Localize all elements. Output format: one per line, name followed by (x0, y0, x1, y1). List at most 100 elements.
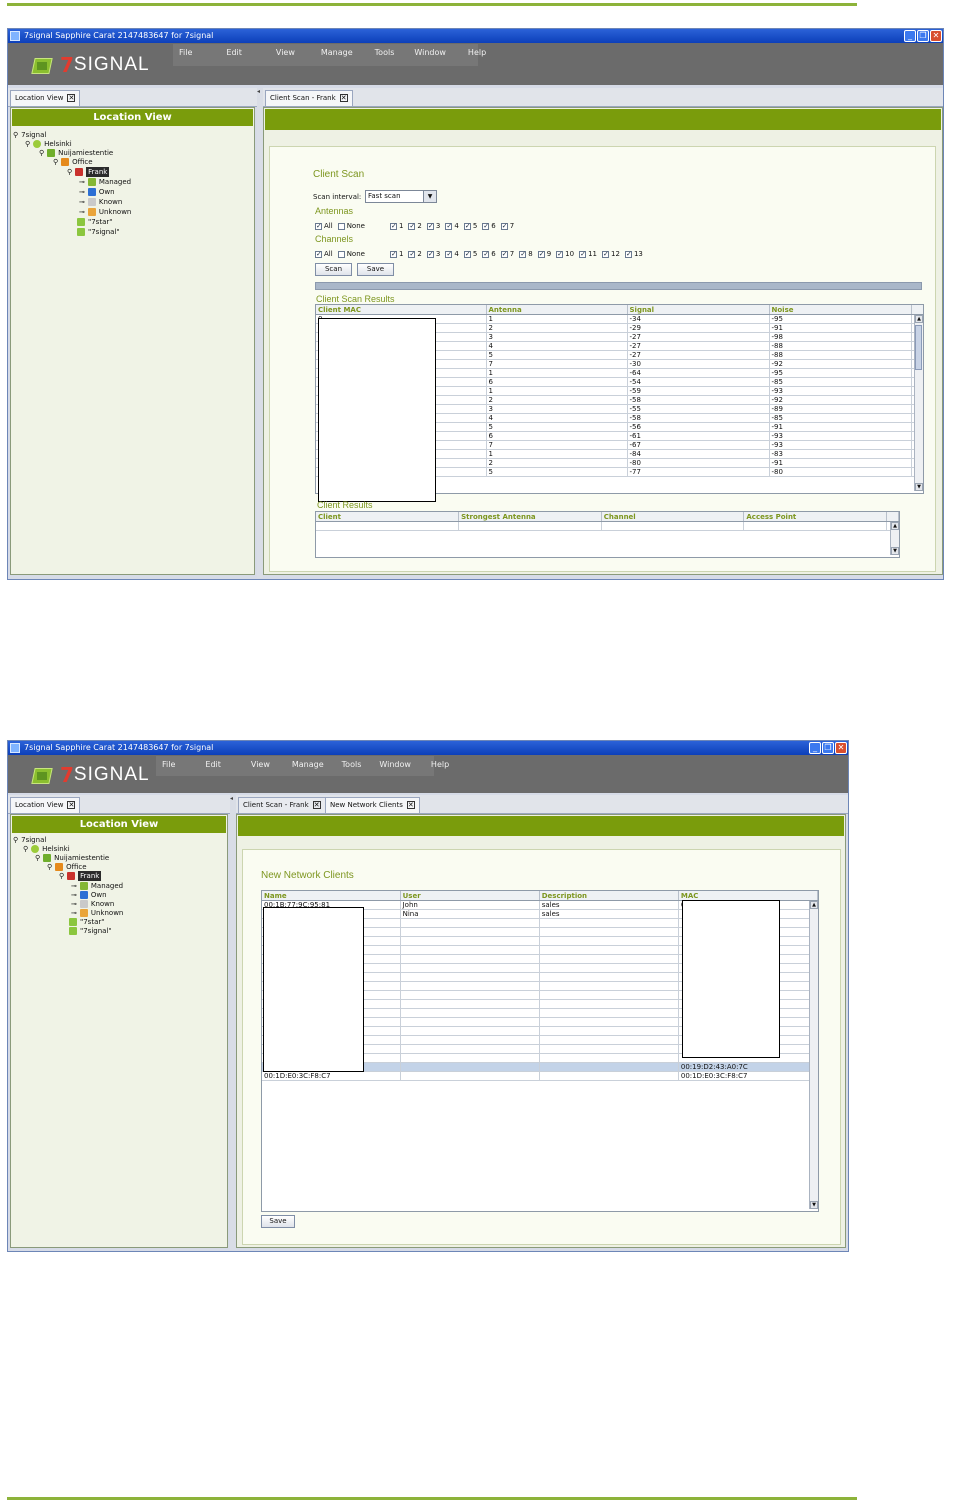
antenna-checkbox[interactable]: ✓ 7 (500, 222, 514, 230)
chevron-down-icon[interactable]: ▼ (423, 191, 436, 202)
channel-checkbox[interactable]: ✓ 5 (463, 250, 477, 258)
channel-checkbox[interactable]: ✓ 9 (537, 250, 551, 258)
scan-interval-select[interactable]: Fast scan ▼ (365, 190, 437, 203)
menu-edit[interactable]: Edit (226, 44, 242, 66)
menu-view[interactable]: View (276, 44, 295, 66)
table-row[interactable]: 00:1D:E0:3C:F8:C7 00:1D:E0:3C:F8:C7 (262, 1071, 818, 1081)
close-tab-icon[interactable]: ✕ (67, 801, 76, 809)
tree-node-frank[interactable]: ⚲ Frank (67, 167, 110, 177)
col-header-signal[interactable]: Signal (627, 305, 770, 315)
tab-client-scan[interactable]: Client Scan - Frank ✕ (238, 797, 326, 813)
clients-scrollbar[interactable]: ▲ ▼ (809, 901, 818, 1209)
col-header-access-point[interactable]: Access Point (743, 512, 887, 522)
channel-checkbox[interactable]: ✓ 3 (426, 250, 440, 258)
col-header-name[interactable]: Name (262, 891, 401, 901)
location-view-header: Location View (12, 816, 226, 833)
menu-file[interactable]: File (179, 44, 192, 66)
menu-manage[interactable]: Manage (292, 756, 324, 776)
tab-location-view[interactable]: Location View ✕ (10, 797, 81, 813)
menu-help[interactable]: Help (431, 756, 449, 776)
close-tab-icon[interactable]: ✕ (406, 801, 415, 809)
close-tab-icon[interactable]: ✕ (312, 801, 321, 809)
menu-help[interactable]: Help (468, 44, 486, 66)
close-tab-icon[interactable]: ✕ (67, 94, 76, 102)
col-header-strongest-antenna[interactable]: Strongest Antenna (458, 512, 602, 522)
antenna-checkbox[interactable]: ✓ 4 (445, 222, 459, 230)
save-button[interactable]: Save (261, 1215, 295, 1228)
table-cell: -54 (627, 377, 770, 387)
maximize-icon[interactable]: ❐ (822, 742, 834, 754)
scroll-down-icon[interactable]: ▼ (915, 483, 923, 491)
channels-none-checkbox[interactable]: None (337, 250, 365, 258)
tree-node-ssid-7signal[interactable]: "7signal" (77, 227, 120, 237)
tree-node-known[interactable]: ⊸ Known (79, 197, 122, 207)
channel-checkbox[interactable]: ✓ 4 (445, 250, 459, 258)
col-header-client-mac[interactable]: Client MAC (316, 305, 487, 315)
menu-tools[interactable]: Tools (342, 756, 362, 776)
table-cell: -29 (627, 323, 770, 333)
scroll-down-icon[interactable]: ▼ (891, 547, 899, 555)
scroll-thumb[interactable] (915, 325, 922, 370)
tree-node-ssid-7star[interactable]: "7star" (77, 217, 112, 227)
title-bar: 7signal Sapphire Carat 2147483647 for 7s… (8, 29, 943, 43)
channel-checkbox[interactable]: ✓ 8 (519, 250, 533, 258)
table-cell: 00:19:D2:43:A0:7C (678, 1062, 818, 1072)
maximize-icon[interactable]: ❐ (917, 30, 929, 42)
menu-view[interactable]: View (251, 756, 270, 776)
scan-button[interactable]: Scan (315, 263, 352, 276)
channels-all-checkbox[interactable]: ✓ All (315, 250, 333, 258)
channel-checkbox[interactable]: ✓ 13 (624, 250, 643, 258)
table-row[interactable] (316, 521, 899, 531)
office-icon (61, 158, 70, 166)
antenna-checkbox[interactable]: ✓ 3 (426, 222, 440, 230)
tree-node-ssid-7signal[interactable]: "7signal" (69, 926, 112, 936)
antenna-checkbox[interactable]: ✓ 1 (389, 222, 403, 230)
scroll-down-icon[interactable]: ▼ (810, 1201, 818, 1209)
menu-file[interactable]: File (162, 756, 175, 776)
tab-location-view[interactable]: Location View ✕ (10, 90, 81, 106)
close-icon[interactable]: ✕ (835, 742, 847, 754)
menu-window[interactable]: Window (379, 756, 411, 776)
scroll-up-icon[interactable]: ▲ (891, 522, 899, 530)
channel-checkbox[interactable]: ✓ 2 (408, 250, 422, 258)
tree-node-office[interactable]: ⚲ Office (53, 157, 93, 167)
tab-client-scan[interactable]: Client Scan - Frank ✕ (265, 90, 353, 106)
tree-node-unknown[interactable]: ⊸ Unknown (79, 207, 131, 217)
channel-checkbox[interactable]: ✓ 10 (556, 250, 574, 258)
menu-manage[interactable]: Manage (321, 44, 353, 66)
table-cell (400, 1017, 540, 1027)
col-header-description[interactable]: Description (539, 891, 679, 901)
scroll-up-icon[interactable]: ▲ (810, 901, 818, 909)
col-header-client[interactable]: Client (316, 512, 460, 522)
col-header-user[interactable]: User (400, 891, 540, 901)
col-header-channel[interactable]: Channel (601, 512, 745, 522)
new-clients-content: New Network Clients Name User Descriptio… (242, 849, 841, 1245)
col-header-noise[interactable]: Noise (769, 305, 912, 315)
antenna-checkbox[interactable]: ✓ 6 (482, 222, 496, 230)
tree-node-frank[interactable]: ⚲ Frank (59, 871, 102, 881)
antennas-none-checkbox[interactable]: None (337, 222, 365, 230)
results-scrollbar[interactable]: ▲ ▼ (914, 315, 923, 491)
antenna-checkbox[interactable]: ✓ 5 (463, 222, 477, 230)
minimize-icon[interactable]: _ (904, 30, 916, 42)
tab-new-network-clients[interactable]: New Network Clients ✕ (325, 797, 420, 813)
menu-tools[interactable]: Tools (375, 44, 395, 66)
minimize-icon[interactable]: _ (809, 742, 821, 754)
channel-checkbox[interactable]: ✓ 1 (389, 250, 403, 258)
tree-node-managed[interactable]: ⊸ Managed (79, 177, 131, 187)
menu-window[interactable]: Window (414, 44, 446, 66)
scroll-up-icon[interactable]: ▲ (915, 315, 923, 323)
channel-checkbox[interactable]: ✓ 12 (602, 250, 620, 258)
col-header-antenna[interactable]: Antenna (486, 305, 628, 315)
antenna-checkbox[interactable]: ✓ 2 (408, 222, 422, 230)
client-results-scrollbar[interactable]: ▲ ▼ (890, 522, 899, 555)
channel-checkbox[interactable]: ✓ 11 (579, 250, 597, 258)
close-icon[interactable]: ✕ (930, 30, 942, 42)
antennas-all-checkbox[interactable]: ✓ All (315, 222, 333, 230)
close-tab-icon[interactable]: ✕ (339, 94, 348, 102)
tree-node-own[interactable]: ⊸ Own (79, 187, 115, 197)
channel-checkbox[interactable]: ✓ 7 (500, 250, 514, 258)
menu-edit[interactable]: Edit (205, 756, 221, 776)
save-button[interactable]: Save (357, 263, 394, 276)
channel-checkbox[interactable]: ✓ 6 (482, 250, 496, 258)
